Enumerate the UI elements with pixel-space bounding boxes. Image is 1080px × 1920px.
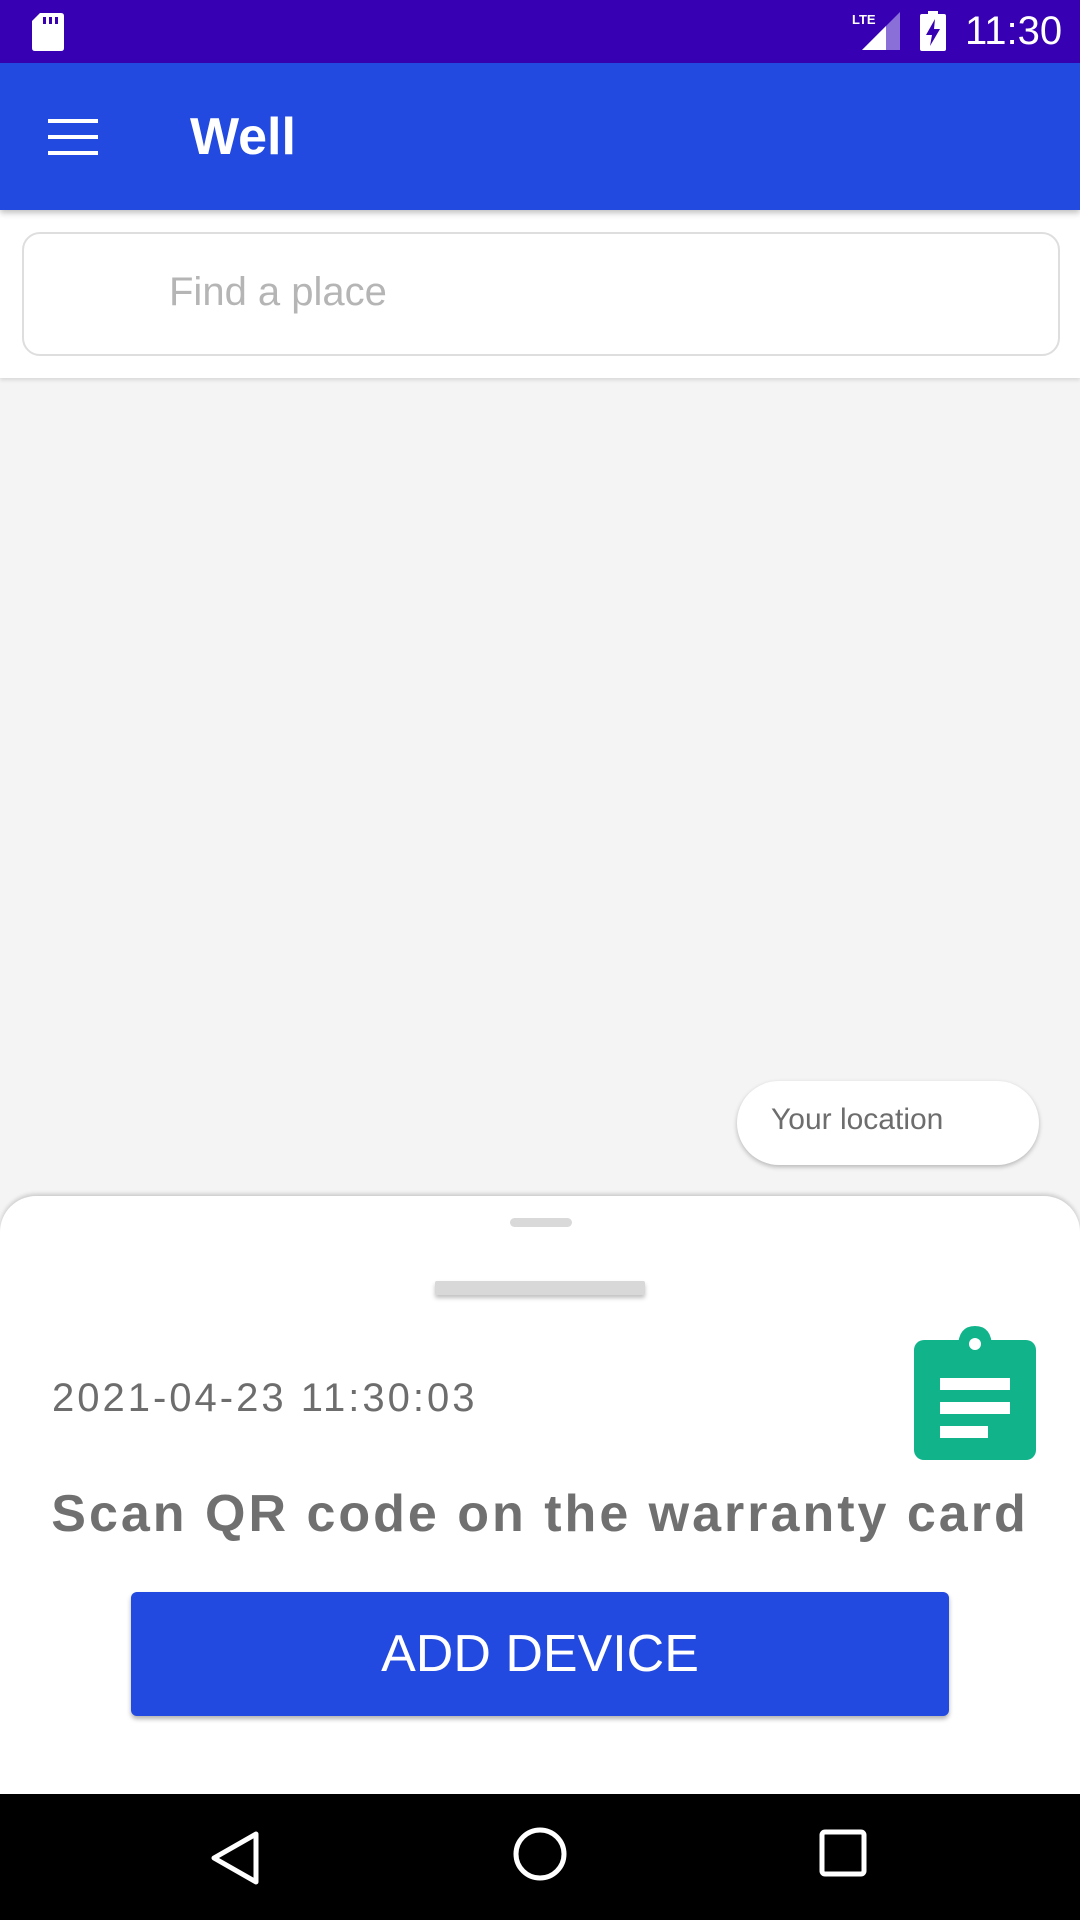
bottom-sheet: 2021-04-23 11:30:03 Scan QR code on the … — [0, 1196, 1080, 1794]
lte-signal-icon: LTE — [852, 12, 900, 50]
sheet-divider-bar — [435, 1281, 645, 1295]
home-icon[interactable] — [512, 1826, 568, 1882]
search-panel: Find a place — [0, 210, 1080, 378]
screen: LTE 11:30 Well Find a place Your locatio… — [0, 0, 1080, 1920]
scan-instruction: Scan QR code on the warranty card — [51, 1485, 1029, 1543]
timestamp: 2021-04-23 11:30:03 — [52, 1376, 478, 1420]
your-location-button[interactable]: Your location — [737, 1081, 1039, 1165]
recent-apps-icon[interactable] — [818, 1828, 868, 1878]
battery-charging-icon — [920, 11, 946, 51]
app-title: Well — [190, 108, 296, 166]
app-bar: Well — [0, 63, 1080, 210]
hamburger-menu-icon[interactable] — [48, 119, 98, 155]
navigation-bar — [0, 1794, 1080, 1920]
your-location-label: Your location — [771, 1103, 944, 1136]
drag-handle[interactable] — [510, 1218, 572, 1227]
add-device-button[interactable]: ADD DEVICE — [131, 1592, 949, 1716]
search-input[interactable]: Find a place — [22, 232, 1060, 356]
back-icon[interactable] — [210, 1830, 260, 1886]
sd-card-icon — [32, 13, 64, 51]
search-placeholder: Find a place — [169, 270, 387, 314]
svg-text:LTE: LTE — [852, 12, 876, 27]
map-area[interactable] — [0, 378, 1080, 1198]
status-bar: LTE 11:30 — [0, 0, 1080, 63]
status-time: 11:30 — [965, 9, 1063, 53]
clipboard-list-icon[interactable] — [914, 1326, 1036, 1460]
